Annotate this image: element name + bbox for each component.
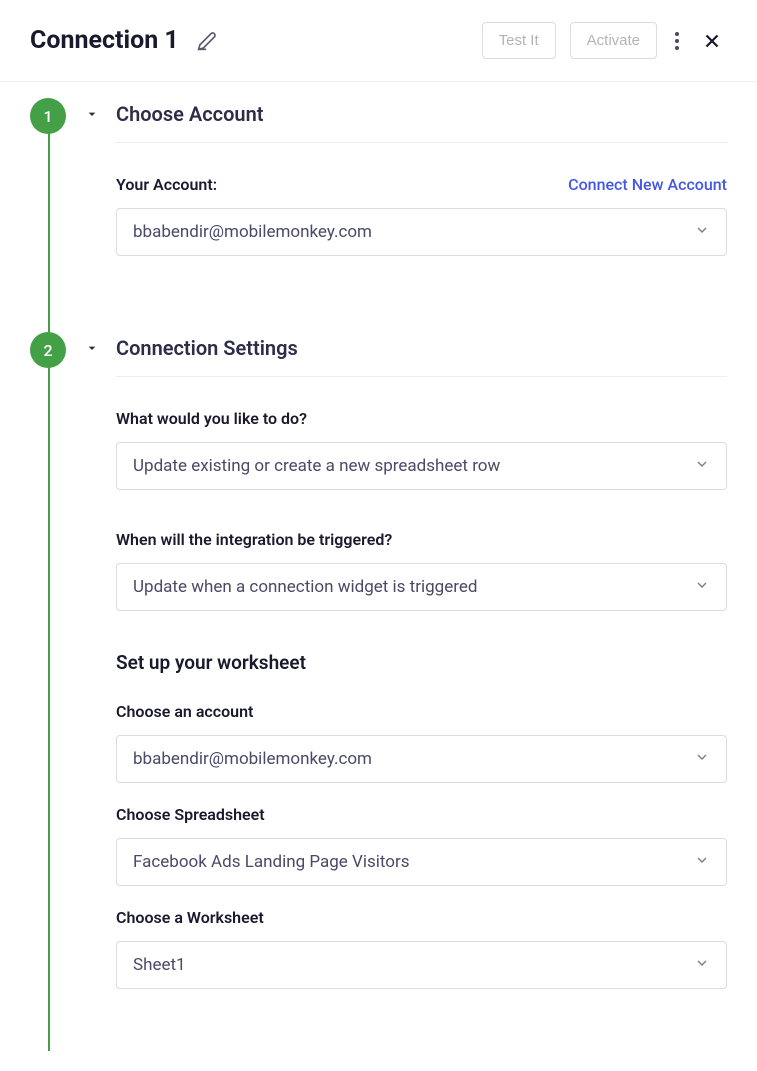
worksheet-field: Choose a Worksheet Sheet1 <box>116 908 727 989</box>
worksheet-account-field: Choose an account bbabendir@mobilemonkey… <box>116 702 727 783</box>
field-label-row: When will the integration be triggered? <box>116 530 727 549</box>
step-choose-account: 1 Choose Account Your Account: Connect N… <box>30 102 727 336</box>
step-header[interactable]: 2 Connection Settings <box>116 336 727 376</box>
action-field: What would you like to do? Update existi… <box>116 409 727 490</box>
your-account-label: Your Account: <box>116 175 217 194</box>
step-title: Connection Settings <box>116 336 298 360</box>
chevron-down-icon <box>694 852 710 872</box>
trigger-select-value: Update when a connection widget is trigg… <box>133 577 477 597</box>
worksheet-account-value: bbabendir@mobilemonkey.com <box>133 749 372 769</box>
step-number-badge: 2 <box>30 332 66 368</box>
field-label-row: What would you like to do? <box>116 409 727 428</box>
chevron-down-icon <box>694 577 710 597</box>
chevron-down-icon <box>694 955 710 975</box>
field-label-row: Your Account: Connect New Account <box>116 175 727 194</box>
chevron-down-icon <box>694 749 710 769</box>
worksheet-value: Sheet1 <box>133 955 186 975</box>
activate-button[interactable]: Activate <box>570 22 657 59</box>
trigger-select[interactable]: Update when a connection widget is trigg… <box>116 563 727 611</box>
account-select[interactable]: bbabendir@mobilemonkey.com <box>116 208 727 256</box>
step-title: Choose Account <box>116 102 263 126</box>
action-select[interactable]: Update existing or create a new spreadsh… <box>116 442 727 490</box>
step-header[interactable]: 1 Choose Account <box>116 102 727 142</box>
trigger-label: When will the integration be triggered? <box>116 530 392 549</box>
field-label-row: Choose an account <box>116 702 727 721</box>
action-label: What would you like to do? <box>116 409 307 428</box>
choose-account-label: Choose an account <box>116 702 253 721</box>
step-connection-settings: 2 Connection Settings What would you lik… <box>30 336 727 1051</box>
page-title: Connection 1 <box>30 26 179 55</box>
chevron-down-icon <box>694 222 710 242</box>
chevron-down-icon[interactable] <box>84 340 100 360</box>
header-actions: Test It Activate <box>482 22 727 59</box>
spreadsheet-field: Choose Spreadsheet Facebook Ads Landing … <box>116 805 727 886</box>
choose-worksheet-label: Choose a Worksheet <box>116 908 264 927</box>
account-select-value: bbabendir@mobilemonkey.com <box>133 222 372 242</box>
test-button[interactable]: Test It <box>482 22 556 59</box>
action-select-value: Update existing or create a new spreadsh… <box>133 456 500 476</box>
account-field: Your Account: Connect New Account bbaben… <box>116 175 727 256</box>
step-connector-line <box>48 366 50 1051</box>
choose-spreadsheet-label: Choose Spreadsheet <box>116 805 265 824</box>
field-label-row: Choose a Worksheet <box>116 908 727 927</box>
step-body: What would you like to do? Update existi… <box>116 376 727 1051</box>
step-connector-line <box>48 132 50 336</box>
pencil-icon[interactable] <box>197 31 217 51</box>
worksheet-select[interactable]: Sheet1 <box>116 941 727 989</box>
chevron-down-icon <box>694 456 710 476</box>
field-label-row: Choose Spreadsheet <box>116 805 727 824</box>
steps-container: 1 Choose Account Your Account: Connect N… <box>0 82 757 1071</box>
step-number-badge: 1 <box>30 98 66 134</box>
spreadsheet-value: Facebook Ads Landing Page Visitors <box>133 852 410 872</box>
page-header: Connection 1 Test It Activate <box>0 0 757 82</box>
close-icon[interactable] <box>697 26 727 56</box>
spreadsheet-select[interactable]: Facebook Ads Landing Page Visitors <box>116 838 727 886</box>
trigger-field: When will the integration be triggered? … <box>116 530 727 611</box>
step-body: Your Account: Connect New Account bbaben… <box>116 142 727 336</box>
worksheet-account-select[interactable]: bbabendir@mobilemonkey.com <box>116 735 727 783</box>
connect-new-account-link[interactable]: Connect New Account <box>568 175 727 194</box>
worksheet-setup-title: Set up your worksheet <box>116 651 727 674</box>
header-left: Connection 1 <box>30 26 217 55</box>
kebab-menu-icon[interactable] <box>671 28 683 54</box>
chevron-down-icon[interactable] <box>84 106 100 126</box>
